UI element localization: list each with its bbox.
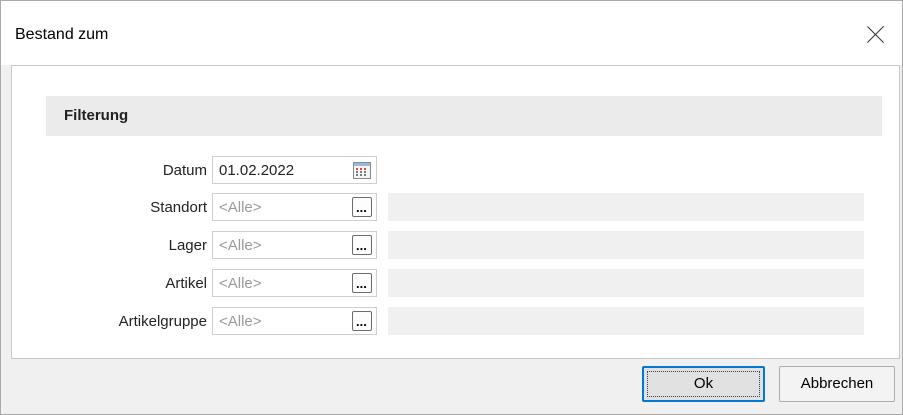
title-bar: Bestand zum — [1, 1, 902, 65]
datum-label: Datum — [162, 162, 207, 179]
ok-button[interactable]: Ok — [642, 366, 765, 402]
calendar-icon[interactable] — [353, 162, 371, 179]
filter-group-title: Filterung — [64, 107, 129, 124]
close-icon[interactable] — [866, 25, 886, 45]
filter-group-header: Filterung — [46, 96, 882, 136]
ellipsis-icon: ... — [356, 314, 367, 329]
ellipsis-icon: ... — [356, 200, 367, 215]
artikelgruppe-label: Artikelgruppe — [118, 313, 207, 330]
standort-field[interactable]: <Alle> ... — [212, 193, 377, 221]
standort-label: Standort — [150, 199, 207, 216]
filter-panel: Filterung Datum 01.02.2022 Standort <All… — [11, 65, 900, 359]
artikelgruppe-browse-button[interactable]: ... — [352, 311, 372, 331]
lager-browse-button[interactable]: ... — [352, 235, 372, 255]
artikel-browse-button[interactable]: ... — [352, 273, 372, 293]
datum-value: 01.02.2022 — [219, 162, 295, 179]
filter-row-standort: Standort <Alle> ... — [12, 193, 899, 223]
filter-row-artikel: Artikel <Alle> ... — [12, 269, 899, 299]
filter-row-datum: Datum 01.02.2022 — [12, 156, 899, 186]
datum-field[interactable]: 01.02.2022 — [212, 156, 377, 184]
artikelgruppe-placeholder: <Alle> — [219, 313, 262, 330]
cancel-button-label: Abbrechen — [800, 375, 874, 392]
dialog-title: Bestand zum — [15, 26, 109, 43]
dialog-window: Bestand zum Filterung Datum 01.02.2022 S… — [0, 0, 903, 415]
lager-placeholder: <Alle> — [219, 237, 262, 254]
filter-row-lager: Lager <Alle> ... — [12, 231, 899, 261]
artikel-description — [388, 269, 864, 297]
filter-row-artikelgruppe: Artikelgruppe <Alle> ... — [12, 307, 899, 337]
focus-rect — [647, 371, 760, 397]
artikel-placeholder: <Alle> — [219, 275, 262, 292]
artikel-field[interactable]: <Alle> ... — [212, 269, 377, 297]
artikelgruppe-field[interactable]: <Alle> ... — [212, 307, 377, 335]
cancel-button[interactable]: Abbrechen — [779, 366, 895, 402]
artikelgruppe-description — [388, 307, 864, 335]
standort-placeholder: <Alle> — [219, 199, 262, 216]
lager-field[interactable]: <Alle> ... — [212, 231, 377, 259]
standort-description — [388, 193, 864, 221]
ellipsis-icon: ... — [356, 276, 367, 291]
lager-label: Lager — [168, 237, 207, 254]
lager-description — [388, 231, 864, 259]
standort-browse-button[interactable]: ... — [352, 197, 372, 217]
artikel-label: Artikel — [165, 275, 207, 292]
ellipsis-icon: ... — [356, 238, 367, 253]
